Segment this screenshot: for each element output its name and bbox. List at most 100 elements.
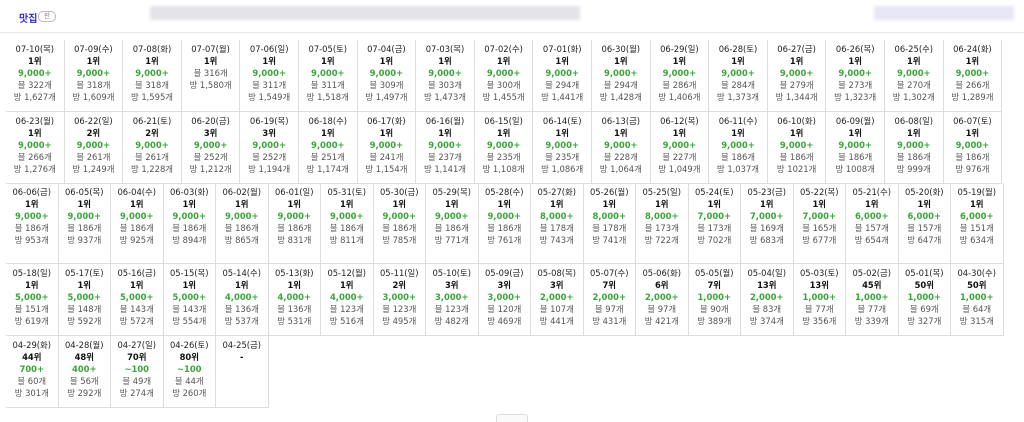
cell-visitor-count: 방 1021개 <box>776 164 817 174</box>
cell-blog-count: 블 309개 <box>369 80 404 90</box>
cell-visitor-count: 방 743개 <box>539 235 574 245</box>
cell-rank: 7위 <box>707 280 722 290</box>
cell-vol: 9,000+ <box>76 68 111 78</box>
cell-date: 06-16(월) <box>425 116 465 126</box>
day-cell: 06-06(금) 1위 9,000+ 블 186개 방 953개 <box>6 183 59 264</box>
day-cell: 05-07(수) 7위 2,000+ 블 97개 방 431개 <box>583 264 636 336</box>
cell-rank: 1위 <box>496 128 511 138</box>
cell-date: 06-21(토) <box>132 116 172 126</box>
day-cell: 05-25(일) 1위 8,000+ 블 173개 방 722개 <box>636 183 689 264</box>
cell-blog-count: 블 97개 <box>647 304 677 314</box>
cell-date: 05-09(금) <box>484 268 524 278</box>
cell-visitor-count: 방 1,473개 <box>423 92 467 102</box>
day-cell: 06-26(목) 1위 9,000+ 블 273개 방 1,323개 <box>826 40 885 112</box>
cell-vol: 9,000+ <box>119 211 154 221</box>
cell-blog-count: 블 69개 <box>909 304 939 314</box>
cell-date: 06-22(일) <box>74 116 113 126</box>
cell-vol: 9,000+ <box>487 211 521 221</box>
day-cell: 05-14(수) 1위 4,000+ 블 136개 방 537개 <box>216 264 269 336</box>
day-cell: 06-20(금) 3위 9,000+ 블 252개 방 1,212개 <box>181 112 241 184</box>
day-cell: 05-28(수) 1위 9,000+ 블 186개 방 761개 <box>478 183 531 264</box>
cell-blog-count: 블 252개 <box>252 152 287 162</box>
cell-blog-count: 블 235개 <box>545 152 580 162</box>
cell-blog-count: 블 318개 <box>134 80 170 90</box>
cell-visitor-count: 방 327개 <box>907 316 942 326</box>
cell-rank: 1위 <box>339 280 354 290</box>
day-cell: 04-25(금) - <box>216 336 269 408</box>
cell-blog-count: 블 300개 <box>486 80 521 90</box>
cell-rank: 80위 <box>179 352 199 362</box>
cell-blog-count: 블 151개 <box>959 223 994 233</box>
cell-visitor-count: 방 1,064개 <box>599 164 642 174</box>
badge-icon[interactable]: 판 <box>38 11 56 22</box>
cell-blog-count: 블 311개 <box>252 80 287 90</box>
cell-visitor-count: 방 976개 <box>955 164 990 174</box>
day-cell: 05-13(화) 1위 4,000+ 블 136개 방 531개 <box>268 264 321 336</box>
cell-vol: 9,000+ <box>721 140 755 150</box>
cell-rank: 13위 <box>757 280 777 290</box>
cell-blog-count: 블 279개 <box>779 80 814 90</box>
cell-vol: 9,000+ <box>277 211 311 221</box>
cell-date: 05-18(일) <box>12 268 52 278</box>
cell-visitor-count: 방 677개 <box>802 235 837 245</box>
day-cell: 07-06(일) 1위 9,000+ 블 311개 방 1,549개 <box>240 40 299 112</box>
cell-vol: 9,000+ <box>545 140 579 150</box>
cell-visitor-count: 방 1008개 <box>835 164 875 174</box>
day-cell: 05-31(토) 1위 9,000+ 블 186개 방 811개 <box>321 183 374 264</box>
cell-visitor-count: 방 722개 <box>644 235 679 245</box>
day-cell: 06-11(수) 1위 9,000+ 블 186개 방 1,037개 <box>709 112 768 184</box>
cell-visitor-count: 방 702개 <box>697 235 732 245</box>
cell-rank: 50위 <box>967 280 987 290</box>
cell-date: 07-03(목) <box>425 44 465 54</box>
cell-blog-count: 블 136개 <box>277 304 312 314</box>
cell-visitor-count: 방 761개 <box>487 235 522 245</box>
cell-date: 05-25(일) <box>642 187 682 197</box>
day-cell: 06-24(화) 1위 9,000+ 블 266개 방 1,289개 <box>943 40 1003 112</box>
cell-rank: 1위 <box>614 128 628 138</box>
cell-visitor-count: 방 356개 <box>802 316 837 326</box>
cell-rank: 1위 <box>672 56 687 66</box>
day-cell: 06-12(목) 1위 9,000+ 블 227개 방 1,049개 <box>650 112 710 184</box>
day-cell: 05-21(수) 1위 6,000+ 블 157개 방 654개 <box>846 183 899 264</box>
cell-visitor-count: 방 274개 <box>119 388 154 398</box>
cell-vol: 9,000+ <box>311 140 345 150</box>
cell-vol: 1,000+ <box>697 292 731 302</box>
cell-rank: 1위 <box>444 199 459 209</box>
cell-visitor-count: 방 1,441개 <box>541 92 584 102</box>
cell-visitor-count: 방 1,497개 <box>365 92 408 102</box>
cell-visitor-count: 방 811개 <box>329 235 364 245</box>
day-cell: 05-02(금) 45위 1,000+ 블 77개 방 339개 <box>846 264 899 336</box>
cell-blog-count: 블 157개 <box>907 223 942 233</box>
cell-date: 07-01(화) <box>542 44 582 54</box>
cell-visitor-count: 방 1,428개 <box>599 92 642 102</box>
day-cell: 05-01(목) 50위 1,000+ 블 69개 방 327개 <box>898 264 951 336</box>
cell-vol: 4,000+ <box>277 292 311 302</box>
cell-date: 05-23(금) <box>747 187 787 197</box>
cell-vol: 9,000+ <box>329 211 364 221</box>
cell-blog-count: 블 151개 <box>14 304 49 314</box>
day-cell: 05-03(토) 13위 1,000+ 블 77개 방 356개 <box>793 264 846 336</box>
day-cell: 06-18(수) 1위 9,000+ 블 251개 방 1,174개 <box>299 112 358 184</box>
place-name-label[interactable]: 맛집 <box>19 10 37 25</box>
cell-blog-count: 블 266개 <box>955 80 990 90</box>
cell-rank: 1위 <box>321 128 335 138</box>
day-cell: 07-04(금) 1위 9,000+ 블 309개 방 1,497개 <box>357 40 417 112</box>
cell-visitor-count: 방 654개 <box>854 235 889 245</box>
cell-vol: 9,000+ <box>838 140 872 150</box>
cell-vol: 9,000+ <box>172 211 206 221</box>
cell-date: 06-08(일) <box>894 116 934 126</box>
cell-rank: 7위 <box>602 280 617 290</box>
cell-visitor-count: 방 495개 <box>382 316 417 326</box>
cell-blog-count: 블 311개 <box>310 80 345 90</box>
cell-rank: 1위 <box>182 280 197 290</box>
cell-blog-count: 블 186개 <box>224 223 259 233</box>
cell-visitor-count: 방 1,344개 <box>775 92 818 102</box>
cell-rank: 1위 <box>917 199 932 209</box>
cell-blog-count: 블 44개 <box>174 376 204 386</box>
day-cell: 05-11(일) 2위 3,000+ 블 123개 방 495개 <box>373 264 426 336</box>
cell-rank: 1위 <box>438 128 452 138</box>
cell-blog-count: 블 186개 <box>67 223 102 233</box>
cell-visitor-count: 방 339개 <box>854 316 889 326</box>
cell-blog-count: 블 178개 <box>539 223 574 233</box>
cell-date: 06-06(금) <box>12 187 52 197</box>
